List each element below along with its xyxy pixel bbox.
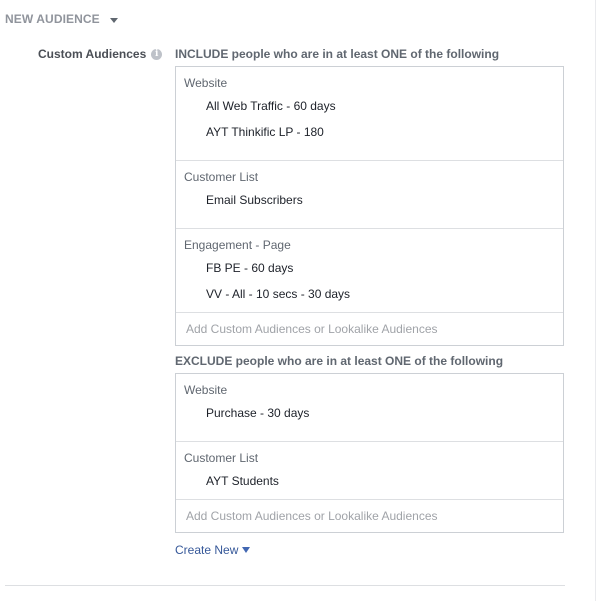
include-group-customer-list: Customer List Email Subscribers [176, 161, 563, 229]
audience-item[interactable]: AYT Students [206, 474, 279, 488]
create-new-button[interactable]: Create New [175, 543, 251, 557]
group-title: Customer List [184, 170, 259, 184]
include-title: INCLUDE people who are in at least ONE o… [175, 47, 500, 61]
include-audience-box: Website All Web Traffic - 60 days AYT Th… [175, 66, 564, 346]
chevron-down-icon[interactable] [109, 17, 118, 23]
include-group-engagement-page: Engagement - Page FB PE - 60 days VV - A… [176, 229, 563, 313]
custom-audiences-label-text: Custom Audiences [38, 47, 147, 61]
audience-item[interactable]: Email Subscribers [206, 193, 303, 207]
include-group-website: Website All Web Traffic - 60 days AYT Th… [176, 67, 563, 161]
group-title: Customer List [184, 451, 259, 465]
new-audience-header[interactable]: NEW AUDIENCE [5, 12, 118, 26]
audience-item[interactable]: FB PE - 60 days [206, 261, 293, 275]
panel-edge-divider [595, 0, 596, 601]
exclude-group-website: Website Purchase - 30 days [176, 374, 563, 442]
group-title: Website [184, 383, 228, 397]
group-title: Website [184, 76, 228, 90]
new-audience-title: NEW AUDIENCE [5, 12, 100, 26]
exclude-title: EXCLUDE people who are in at least ONE o… [175, 354, 504, 368]
include-add-audience-input[interactable]: Add Custom Audiences or Lookalike Audien… [176, 313, 563, 345]
exclude-group-customer-list: Customer List AYT Students [176, 442, 563, 500]
audience-item[interactable]: AYT Thinkific LP - 180 [206, 125, 324, 139]
create-new-label: Create New [175, 543, 239, 557]
custom-audiences-label: Custom Audiences i [38, 47, 163, 61]
info-icon[interactable]: i [151, 48, 163, 60]
add-audience-placeholder: Add Custom Audiences or Lookalike Audien… [186, 509, 438, 523]
group-title: Engagement - Page [184, 238, 291, 252]
section-divider [5, 585, 565, 586]
add-audience-placeholder: Add Custom Audiences or Lookalike Audien… [186, 322, 438, 336]
exclude-audience-box: Website Purchase - 30 days Customer List… [175, 373, 564, 533]
audience-item[interactable]: VV - All - 10 secs - 30 days [206, 287, 350, 301]
audience-item[interactable]: Purchase - 30 days [206, 406, 309, 420]
caret-down-icon [242, 547, 251, 553]
exclude-add-audience-input[interactable]: Add Custom Audiences or Lookalike Audien… [176, 500, 563, 532]
audience-item[interactable]: All Web Traffic - 60 days [206, 99, 336, 113]
